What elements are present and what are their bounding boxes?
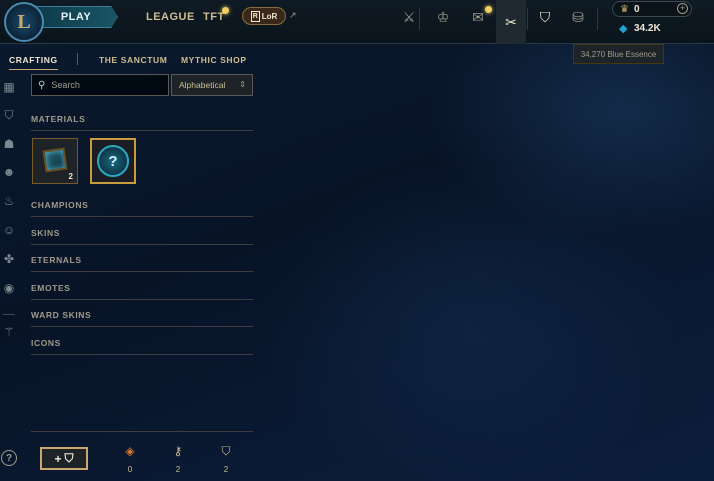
grid-icon[interactable]: ▦ bbox=[0, 78, 18, 96]
riot-points-value: 0 bbox=[634, 4, 640, 15]
category-label: CHAMPIONS bbox=[31, 200, 89, 210]
play-button[interactable]: PLAY bbox=[34, 6, 118, 28]
logo-letter: L bbox=[17, 10, 31, 33]
category-eternals[interactable]: ETERNALS bbox=[31, 252, 253, 272]
inventory-count: 0 bbox=[127, 465, 133, 474]
sort-value: Alphabetical bbox=[179, 80, 226, 90]
topbar-divider bbox=[597, 8, 598, 30]
lor-label: LoR bbox=[261, 11, 278, 21]
emote-face-icon[interactable]: ☺ bbox=[0, 221, 18, 239]
add-loot-button[interactable]: + ⛉ bbox=[40, 447, 88, 470]
clash-icon[interactable]: ♔ bbox=[428, 6, 458, 28]
blue-essence-value[interactable]: 34.2K bbox=[634, 23, 661, 34]
material-hextech-chest[interactable]: 2 bbox=[32, 138, 78, 184]
bottom-divider bbox=[31, 431, 253, 432]
chest-icon: ⛉ bbox=[221, 444, 231, 458]
riot-points-icon: ♛ bbox=[620, 4, 629, 15]
plus-icon: + bbox=[54, 451, 62, 466]
topbar-divider bbox=[419, 8, 420, 30]
inventory-count: 2 bbox=[223, 465, 229, 474]
search-icon: ⚲ bbox=[38, 79, 46, 91]
tab-the-sanctum[interactable]: THE SANCTUM bbox=[99, 55, 167, 65]
orange-essence-icon: ◈ bbox=[125, 444, 135, 458]
tab-mythic-shop[interactable]: MYTHIC SHOP bbox=[181, 55, 247, 65]
buy-rp-button[interactable]: + bbox=[677, 3, 688, 14]
play-label: PLAY bbox=[60, 11, 92, 23]
category-label: WARD SKINS bbox=[31, 310, 92, 320]
notification-dot bbox=[485, 6, 492, 13]
category-label: MATERIALS bbox=[31, 114, 86, 124]
category-skins[interactable]: SKINS bbox=[31, 225, 253, 245]
store-icon[interactable]: ⛁ bbox=[563, 6, 593, 28]
help-button[interactable]: ? bbox=[1, 450, 17, 466]
mystery-orb-icon: ? bbox=[97, 145, 129, 177]
collection-icon[interactable]: ⛉ bbox=[530, 6, 560, 28]
crafting-icon[interactable]: ✂ bbox=[496, 0, 526, 44]
external-link-icon: ↗ bbox=[289, 10, 297, 20]
mask-icon[interactable]: ☻ bbox=[0, 163, 18, 181]
chevron-updown-icon: ⇕ bbox=[239, 80, 246, 89]
nav-league[interactable]: LEAGUE bbox=[146, 11, 195, 23]
chest-slot-icon: ⛉ bbox=[64, 451, 74, 465]
category-label: ICONS bbox=[31, 338, 61, 348]
notification-dot bbox=[222, 7, 229, 14]
search-field[interactable]: ⚲ bbox=[31, 74, 169, 96]
category-ward-skins[interactable]: WARD SKINS bbox=[31, 307, 253, 327]
ward-icon[interactable]: ✤ bbox=[0, 250, 18, 268]
subnav-divider bbox=[77, 53, 78, 65]
flame-icon[interactable]: ♨ bbox=[0, 192, 18, 210]
chest-icon bbox=[42, 147, 68, 173]
topbar-divider bbox=[527, 8, 528, 30]
category-label: EMOTES bbox=[31, 283, 71, 293]
inventory-count: 2 bbox=[175, 465, 181, 474]
category-label: ETERNALS bbox=[31, 255, 82, 265]
search-input[interactable] bbox=[51, 80, 162, 90]
category-icons[interactable]: ICONS bbox=[31, 335, 253, 355]
blue-essence-tooltip: 34,270 Blue Essence bbox=[573, 44, 664, 64]
lor-icon: R bbox=[250, 10, 260, 22]
key-icon: ⚷ bbox=[173, 444, 183, 458]
material-mystery-orb[interactable]: ? bbox=[90, 138, 136, 184]
sort-dropdown[interactable]: Alphabetical ⇕ bbox=[171, 74, 253, 96]
lor-button[interactable]: R LoR bbox=[242, 7, 286, 25]
category-champions[interactable]: CHAMPIONS bbox=[31, 197, 253, 217]
champion-shield-icon[interactable]: ⛉ bbox=[0, 106, 18, 124]
category-emotes[interactable]: EMOTES bbox=[31, 280, 253, 300]
league-logo-icon[interactable]: L bbox=[4, 2, 44, 42]
orb-glyph: ? bbox=[108, 152, 118, 170]
sword-icon[interactable]: ⚚ bbox=[0, 323, 18, 341]
sidebar-divider bbox=[3, 314, 15, 315]
helmet-icon[interactable]: ☗ bbox=[0, 135, 18, 153]
material-count: 2 bbox=[68, 172, 73, 181]
blue-essence-icon: ◆ bbox=[619, 23, 628, 35]
category-materials[interactable]: MATERIALS bbox=[31, 111, 253, 131]
category-label: SKINS bbox=[31, 228, 60, 238]
tab-crafting[interactable]: CRAFTING bbox=[9, 55, 58, 70]
profile-icon[interactable]: ◉ bbox=[0, 279, 18, 297]
nav-tft[interactable]: TFT bbox=[203, 11, 225, 23]
top-bar: PLAY L LEAGUE TFT R LoR ↗ ⚔ ♔ ✉ ✂ ⛉ ⛁ ♛ 0 + ◆… bbox=[0, 0, 714, 44]
